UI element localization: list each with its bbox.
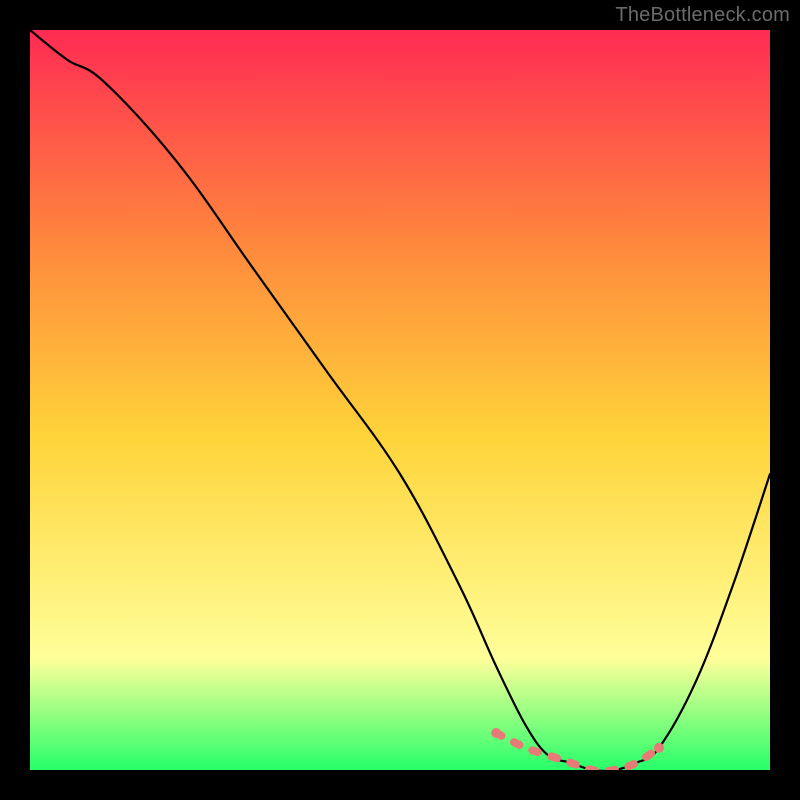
gradient-background [30,30,770,770]
optimal-range-start-dot [491,728,501,738]
plot-area [30,30,770,770]
optimal-range-end-dot [654,743,664,753]
chart-stage: TheBottleneck.com [0,0,800,800]
bottleneck-chart [30,30,770,770]
watermark-label: TheBottleneck.com [615,4,790,27]
